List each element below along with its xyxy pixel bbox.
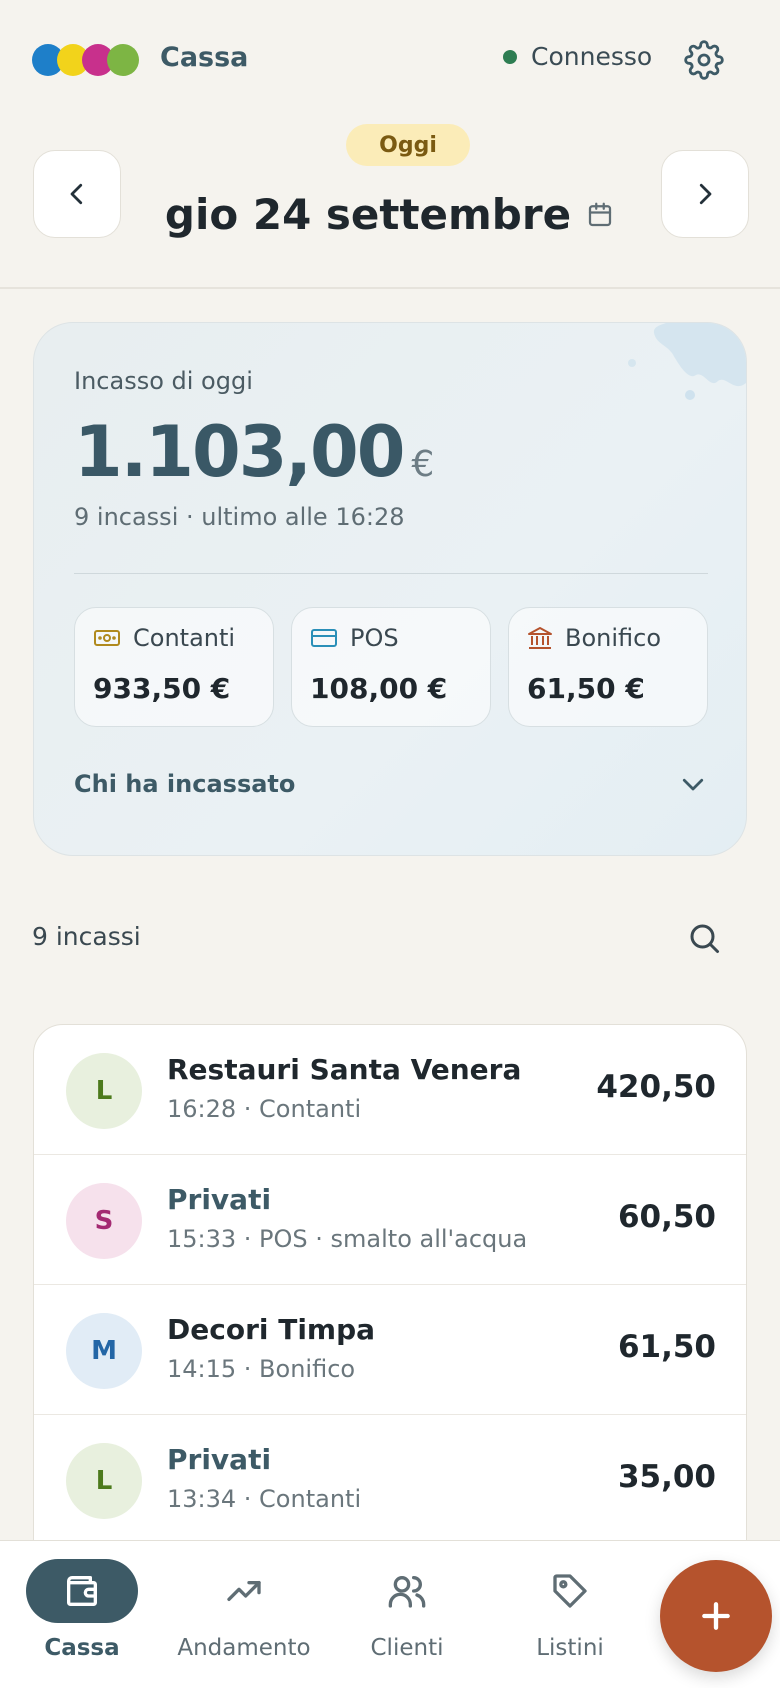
customer-name: Privati bbox=[167, 1443, 272, 1476]
nav-item-andamento[interactable]: Andamento bbox=[174, 1559, 314, 1661]
payment-method-amount: 108,00 € bbox=[310, 672, 448, 705]
transaction-amount: 420,50 bbox=[596, 1069, 716, 1105]
avatar: L bbox=[66, 1443, 142, 1519]
app-logo bbox=[32, 44, 142, 76]
tag-icon bbox=[553, 1574, 587, 1608]
chevron-right-icon bbox=[699, 183, 712, 205]
transaction-amount: 60,50 bbox=[617, 1199, 716, 1235]
plus-icon bbox=[702, 1602, 730, 1630]
nav-item-cassa[interactable]: Cassa bbox=[12, 1559, 152, 1661]
date-selector[interactable]: gio 24 settembre bbox=[120, 190, 660, 239]
payment-method-label: POS bbox=[350, 624, 399, 652]
customer-name: Decori Timpa bbox=[167, 1313, 376, 1346]
summary-label: Incasso di oggi bbox=[74, 367, 253, 395]
transaction-amount: 61,50 bbox=[617, 1329, 716, 1365]
nav-item-listini[interactable]: Listini bbox=[500, 1559, 640, 1661]
wallet-icon bbox=[67, 1576, 98, 1606]
customer-name: Privati bbox=[167, 1183, 272, 1216]
nav-item-clienti[interactable]: Clienti bbox=[337, 1559, 477, 1661]
add-transaction-button[interactable] bbox=[660, 1560, 772, 1672]
card-divider bbox=[74, 573, 708, 574]
currency-symbol: € bbox=[411, 444, 435, 485]
summary-total: 1.103,00 € bbox=[74, 411, 434, 493]
page-title: gio 24 settembre bbox=[164, 190, 572, 239]
payment-method-label: Contanti bbox=[133, 624, 236, 652]
bank-icon bbox=[528, 627, 552, 649]
transaction-details: 13:34 · Contanti bbox=[167, 1485, 362, 1513]
who-collected-toggle[interactable]: Chi ha incassato bbox=[74, 769, 708, 799]
payment-method-pos[interactable]: POS 108,00 € bbox=[291, 607, 491, 727]
payment-method-label: Bonifico bbox=[565, 624, 662, 652]
daily-summary-card: Incasso di oggi 1.103,00 € 9 incassi · u… bbox=[33, 322, 747, 856]
chevron-left-icon bbox=[70, 183, 83, 205]
transaction-details: 15:33 · POS · smalto all'acqua bbox=[167, 1225, 528, 1253]
prev-day-button[interactable] bbox=[33, 150, 121, 238]
avatar: M bbox=[66, 1313, 142, 1389]
next-day-button[interactable] bbox=[661, 150, 749, 238]
nav-label: Andamento bbox=[177, 1635, 311, 1661]
who-collected-label: Chi ha incassato bbox=[74, 770, 296, 798]
customer-name: Restauri Santa Venera bbox=[167, 1053, 522, 1086]
nav-label: Cassa bbox=[44, 1635, 120, 1661]
nav-label: Listini bbox=[536, 1635, 604, 1661]
summary-subtitle: 9 incassi · ultimo alle 16:28 bbox=[74, 503, 405, 531]
transactions-count: 9 incassi bbox=[32, 922, 141, 951]
nav-label: Clienti bbox=[370, 1635, 444, 1661]
cash-icon bbox=[94, 630, 120, 646]
trend-icon bbox=[227, 1581, 261, 1601]
list-item[interactable]: M Decori Timpa 14:15 · Bonifico 61,50 bbox=[34, 1285, 746, 1415]
transaction-details: 14:15 · Bonifico bbox=[167, 1355, 356, 1383]
connection-status: Connesso bbox=[503, 42, 652, 71]
gear-icon[interactable] bbox=[684, 40, 724, 80]
paint-splash-decoration bbox=[628, 323, 746, 400]
transaction-details: 16:28 · Contanti bbox=[167, 1095, 362, 1123]
app-title: Cassa bbox=[160, 42, 249, 73]
header-divider bbox=[0, 287, 780, 289]
transactions-list: L Restauri Santa Venera 16:28 · Contanti… bbox=[33, 1024, 747, 1544]
users-icon bbox=[388, 1576, 426, 1608]
calendar-icon bbox=[588, 202, 612, 226]
payment-method-cash[interactable]: Contanti 933,50 € bbox=[74, 607, 274, 727]
card-icon bbox=[311, 629, 337, 647]
payment-method-bank-transfer[interactable]: Bonifico 61,50 € bbox=[508, 607, 708, 727]
logo-dot-green bbox=[107, 44, 139, 76]
today-badge[interactable]: Oggi bbox=[346, 124, 470, 166]
payment-method-amount: 933,50 € bbox=[93, 672, 231, 705]
total-amount: 1.103,00 bbox=[74, 411, 405, 493]
list-item[interactable]: L Privati 13:34 · Contanti 35,00 bbox=[34, 1415, 746, 1543]
status-label: Connesso bbox=[531, 42, 653, 71]
avatar: S bbox=[66, 1183, 142, 1259]
nav-active-indicator bbox=[26, 1559, 138, 1623]
payment-method-amount: 61,50 € bbox=[527, 672, 645, 705]
transaction-amount: 35,00 bbox=[617, 1459, 716, 1495]
avatar: L bbox=[66, 1053, 142, 1129]
chevron-down-icon bbox=[682, 778, 704, 791]
status-dot-icon bbox=[503, 49, 517, 64]
search-icon[interactable] bbox=[686, 920, 722, 956]
list-item[interactable]: S Privati 15:33 · POS · smalto all'acqua… bbox=[34, 1155, 746, 1285]
list-item[interactable]: L Restauri Santa Venera 16:28 · Contanti… bbox=[34, 1025, 746, 1155]
